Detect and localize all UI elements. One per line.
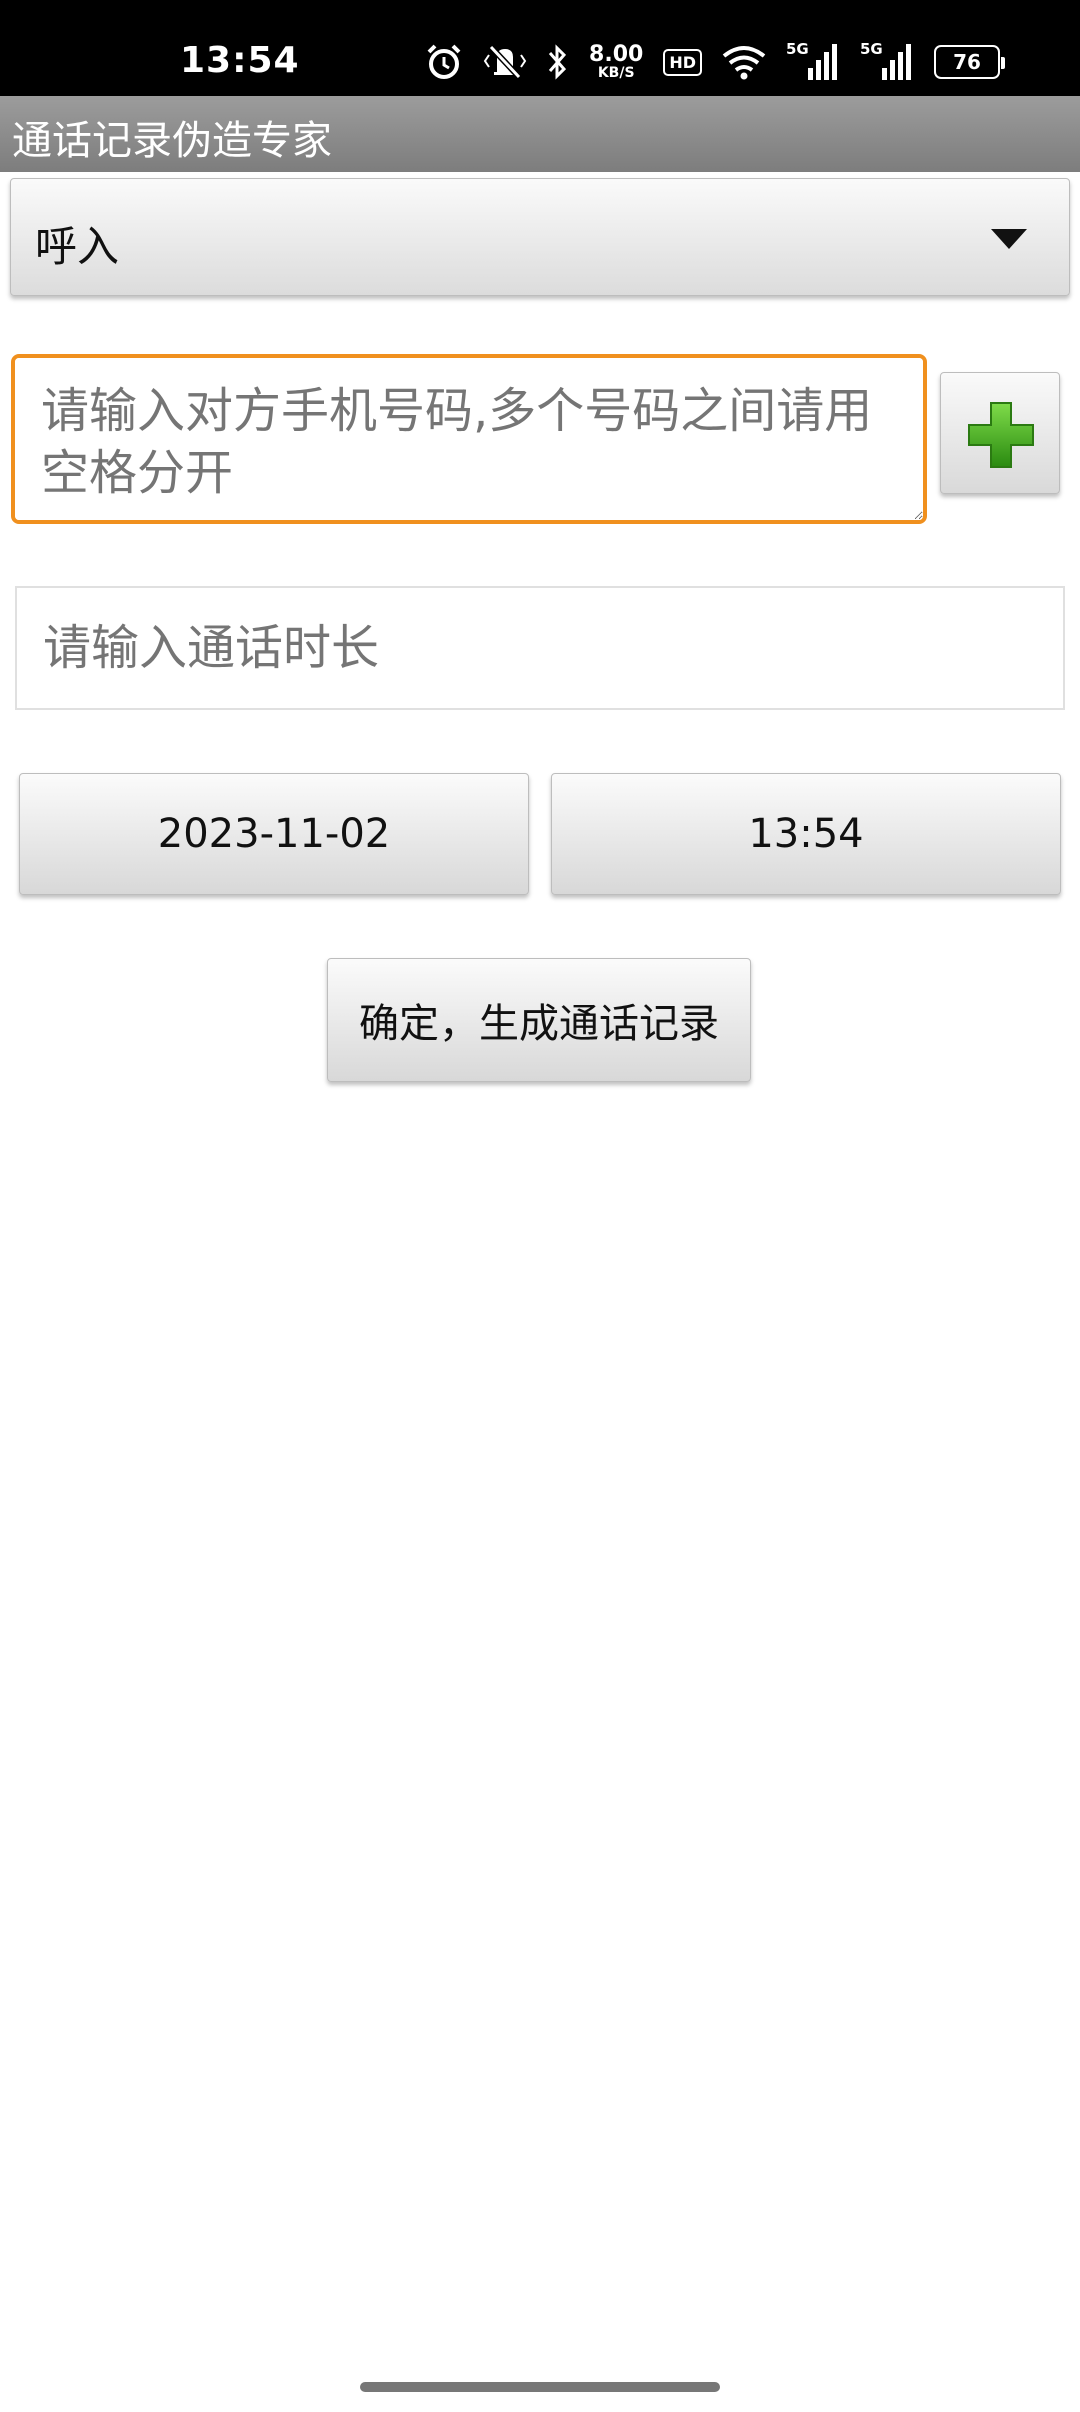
generate-call-log-button[interactable]: 确定，生成通话记录	[327, 958, 751, 1082]
plus-icon	[968, 402, 1034, 468]
bluetooth-icon	[547, 43, 569, 81]
wifi-icon	[722, 44, 766, 80]
app-title: 通话记录伪造专家	[12, 118, 332, 164]
dropdown-arrow-icon	[991, 229, 1027, 249]
status-icons: 8.00 KB/S HD 5G 5G 76	[425, 36, 1005, 88]
network-speed: 8.00 KB/S	[589, 42, 644, 81]
date-picker-button[interactable]: 2023-11-02	[19, 773, 529, 895]
hd-voice-badge: HD	[663, 48, 702, 76]
signal-icon-sim1: 5G	[786, 40, 840, 82]
battery-level: 76	[953, 50, 981, 74]
screen: 13:54 8.00 KB/S HD 5G 5G 76 通话记录伪造专家 呼入 …	[0, 0, 1080, 2412]
phone-number-input[interactable]	[11, 354, 927, 524]
signal-icon-sim2: 5G	[860, 40, 914, 82]
time-picker-button[interactable]: 13:54	[551, 773, 1061, 895]
status-time: 13:54	[180, 40, 300, 81]
network-speed-unit: KB/S	[597, 65, 635, 81]
network-speed-value: 8.00	[589, 42, 644, 67]
mute-vibrate-icon	[483, 43, 527, 81]
battery-icon: 76	[934, 45, 1005, 79]
add-contact-button[interactable]	[940, 372, 1060, 494]
alarm-icon	[425, 43, 463, 81]
call-type-selected: 呼入	[35, 222, 120, 271]
call-duration-input[interactable]	[15, 586, 1065, 710]
call-type-spinner[interactable]: 呼入	[10, 178, 1070, 296]
status-bar: 13:54 8.00 KB/S HD 5G 5G 76	[0, 0, 1080, 96]
home-indicator[interactable]	[360, 2382, 720, 2392]
app-title-bar: 通话记录伪造专家	[0, 96, 1080, 172]
